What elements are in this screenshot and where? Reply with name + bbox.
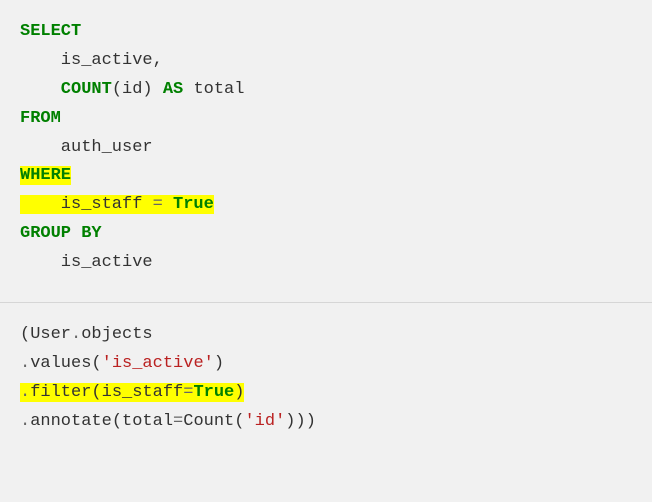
sql-line-groupcol: is_active [20, 249, 632, 278]
py-line-annotate: .annotate(total=Count('id'))) [20, 408, 632, 437]
fn-count: COUNT [61, 80, 112, 99]
val-true-py: True [193, 383, 234, 402]
sql-line-count: COUNT(id) AS total [20, 76, 632, 105]
python-code-block: (User.objects .values('is_active') .filt… [0, 303, 652, 461]
sql-line-from: FROM [20, 105, 632, 134]
where-col: is_staff [61, 195, 143, 214]
str-is-active: 'is_active' [102, 354, 214, 373]
kwarg-is-staff: is_staff [102, 383, 184, 402]
table-name: auth_user [61, 138, 153, 157]
kw-as: AS [163, 80, 183, 99]
attr-objects: objects [81, 325, 152, 344]
cls-count: Count [183, 412, 234, 431]
sql-line-col1: is_active, [20, 47, 632, 76]
method-filter: filter [30, 383, 91, 402]
kw-groupby: GROUP BY [20, 224, 102, 243]
count-arg: id [122, 80, 142, 99]
group-col: is_active [61, 253, 153, 272]
str-id: 'id' [244, 412, 285, 431]
col-is-active: is_active, [61, 51, 163, 70]
kw-select: SELECT [20, 22, 81, 41]
kwarg-total: total [122, 412, 173, 431]
sql-code-block: SELECT is_active, COUNT(id) AS total FRO… [0, 0, 652, 302]
py-line-values: .values('is_active') [20, 350, 632, 379]
sql-line-table: auth_user [20, 134, 632, 163]
kw-from: FROM [20, 109, 61, 128]
cls-user: User [30, 325, 71, 344]
val-true: True [173, 195, 214, 214]
sql-line-groupby: GROUP BY [20, 220, 632, 249]
sql-line-select: SELECT [20, 18, 632, 47]
method-annotate: annotate [30, 412, 112, 431]
kw-where: WHERE [20, 166, 71, 185]
sql-line-where-cond: is_staff = True [20, 191, 632, 220]
py-line-filter: .filter(is_staff=True) [20, 379, 632, 408]
py-line-1: (User.objects [20, 321, 632, 350]
sql-line-where: WHERE [20, 162, 632, 191]
method-values: values [30, 354, 91, 373]
op-eq: = [153, 195, 163, 214]
alias-total: total [193, 80, 244, 99]
